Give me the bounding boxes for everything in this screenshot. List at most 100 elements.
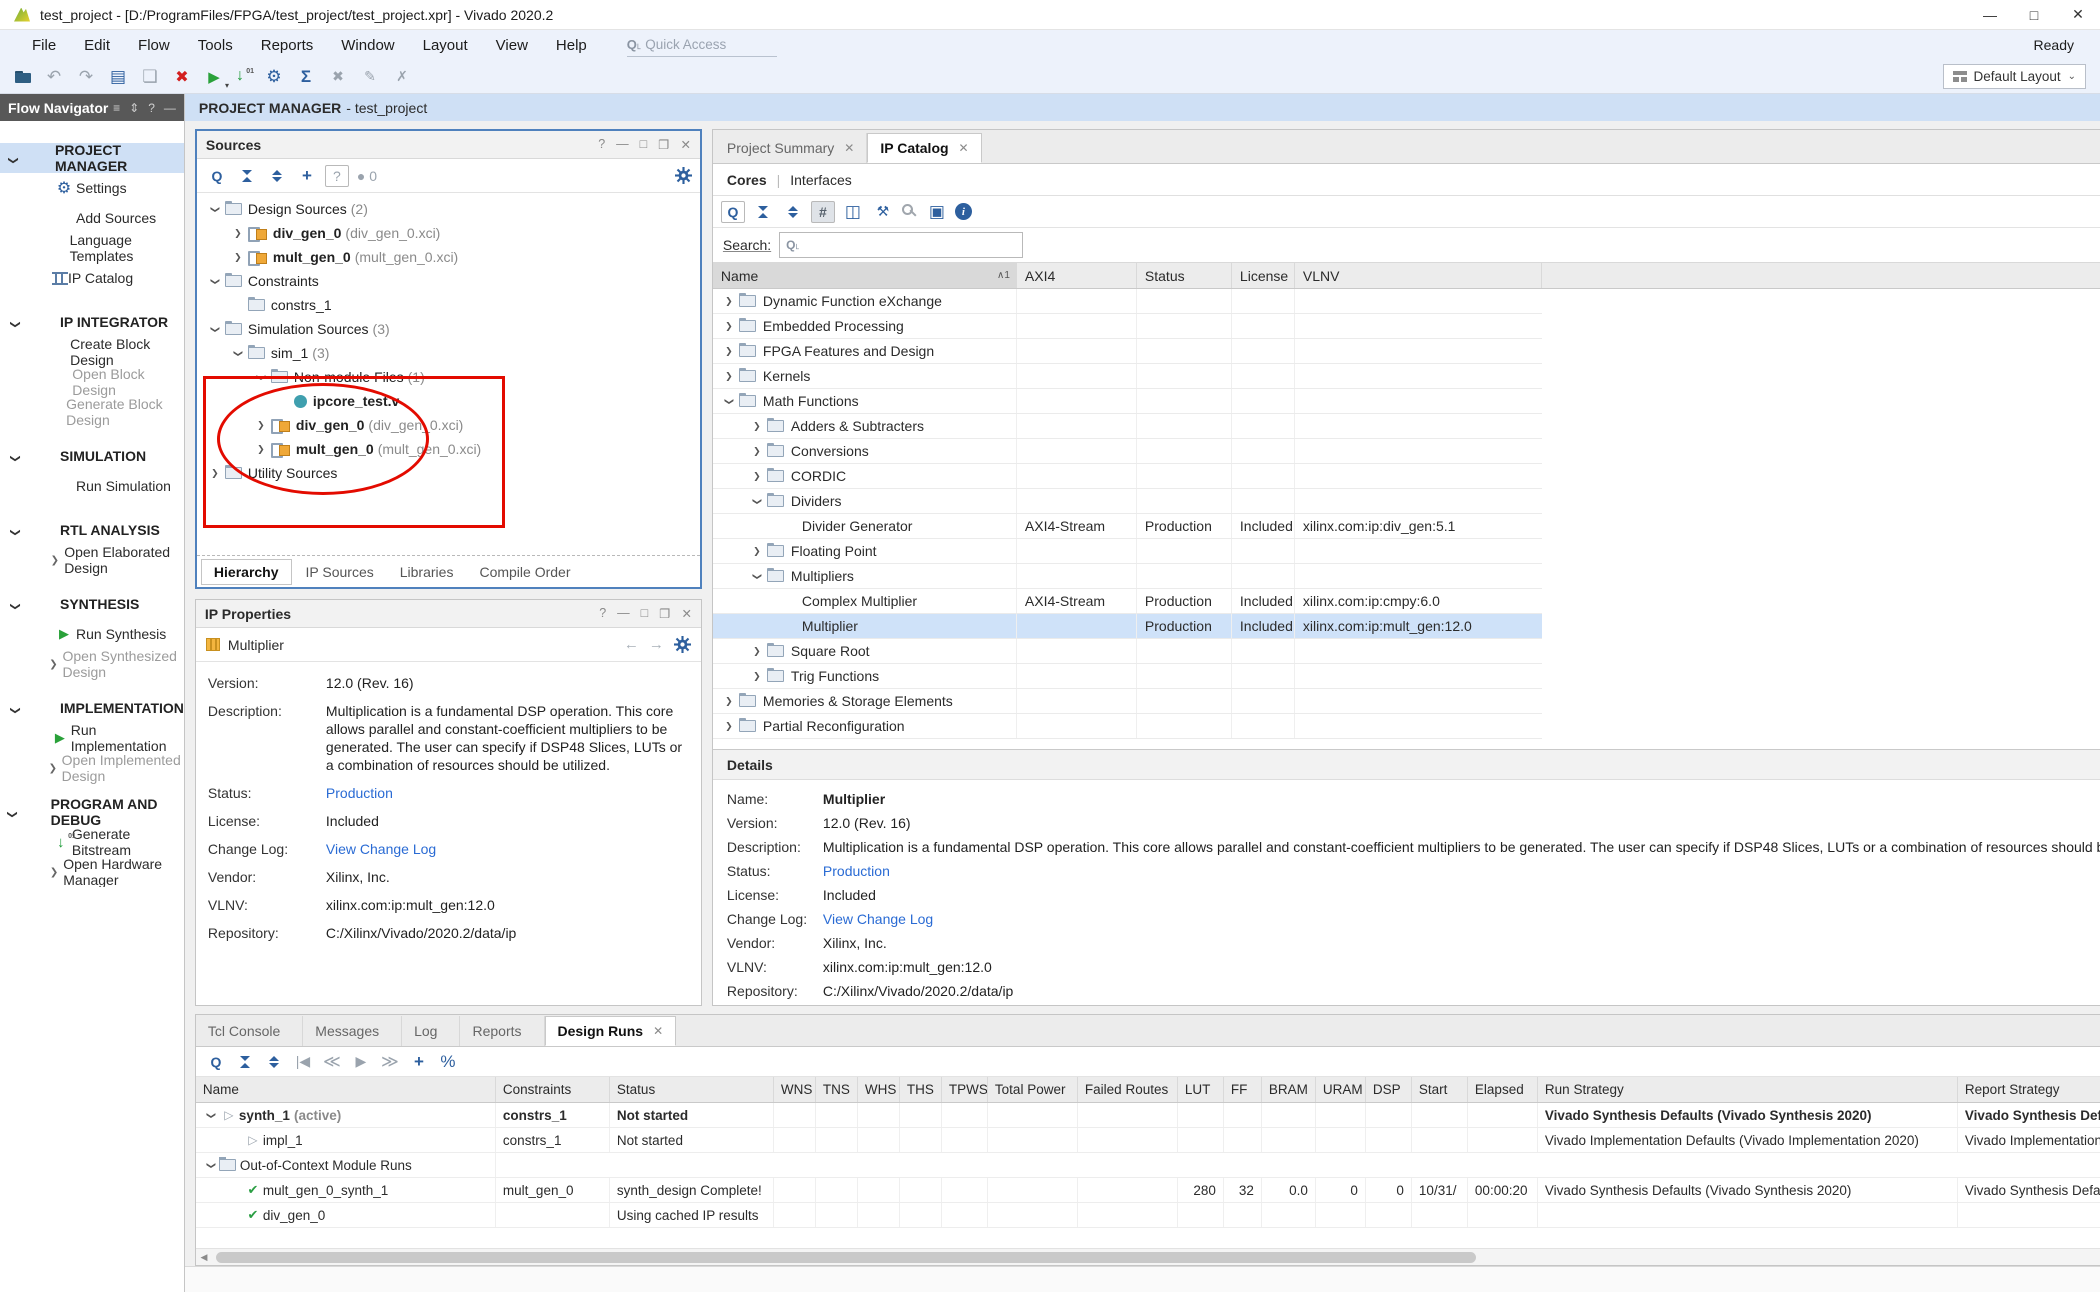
menu-item[interactable]: Window [327,37,408,54]
flow-navigator-entry[interactable]: SIMULATION [0,441,184,471]
run-icon[interactable]: ▶ [202,66,226,88]
flow-navigator-entry[interactable]: RTL ANALYSIS [0,515,184,545]
messages-badge-icon[interactable]: ● 0 [355,165,379,187]
source-tree-item[interactable]: Utility Sources [197,461,700,485]
expander-icon[interactable] [253,372,269,383]
minimize-icon[interactable]: — [616,137,629,152]
report-summary-icon[interactable]: Σ [294,66,318,88]
menu-item[interactable]: Layout [409,37,482,54]
expander-icon[interactable] [749,496,765,507]
highlight-off-icon[interactable]: ✖ [326,66,350,88]
minimize-icon[interactable]: — [164,101,176,115]
add-sources-icon[interactable]: + [295,165,319,187]
maximize-icon[interactable]: □ [2012,0,2056,29]
delete-icon[interactable]: ✖ [170,66,194,88]
catalog-row[interactable]: Kernels [713,364,1542,389]
license-key-icon[interactable] [901,203,919,221]
menu-item[interactable]: Help [542,37,601,54]
collapse-icon[interactable]: ≡ [113,101,120,115]
generate-bitstream-icon[interactable] [234,67,254,87]
tab-cores[interactable]: Cores [727,172,767,188]
column-header[interactable]: Status [610,1077,774,1102]
expander-icon[interactable] [721,296,737,307]
taxonomy-icon[interactable]: ◫ [841,201,865,223]
scroll-left-icon[interactable]: ◀ [196,1252,212,1263]
flow-navigator-entry[interactable]: Settings [0,173,184,203]
step-back-icon[interactable]: ≪ [320,1051,344,1073]
source-tree-item[interactable]: Constraints [197,269,700,293]
quick-access-input[interactable] [645,37,755,52]
search-icon[interactable]: Q [204,1051,228,1073]
unhighlight-icon[interactable]: ✗ [390,66,414,88]
flow-navigator-entry[interactable]: Add Sources [0,203,184,233]
forward-arrow-icon[interactable]: → [649,636,664,653]
expander-icon[interactable] [721,696,737,707]
expander-icon[interactable] [207,324,223,335]
close-icon[interactable]: ✕ [681,606,691,621]
column-header[interactable]: Total Power [988,1077,1078,1102]
menu-item[interactable]: Reports [247,37,328,54]
flow-navigator-entry[interactable]: SYNTHESIS [0,589,184,619]
catalog-row[interactable]: Dynamic Function eXchange [713,289,1542,314]
column-header[interactable]: Constraints [496,1077,610,1102]
expander-icon[interactable] [207,468,223,479]
report-icon[interactable]: ▤ [106,66,130,88]
flow-navigator-entry[interactable]: Open Synthesized Design [0,649,184,679]
flow-navigator-entry[interactable]: PROJECT MANAGER [0,143,184,173]
catalog-row[interactable]: Adders & Subtracters [713,414,1542,439]
create-run-icon[interactable]: + [407,1051,431,1073]
close-icon[interactable]: ✕ [959,141,969,155]
sources-view-tab[interactable]: Hierarchy [201,559,292,585]
expand-all-icon[interactable] [265,165,289,187]
expander-icon[interactable] [721,346,737,357]
source-tree-item[interactable]: Design Sources (2) [197,197,700,221]
menu-item[interactable]: View [482,37,542,54]
catalog-row[interactable]: Complex Multiplier AXI4-Stream Productio… [713,589,1542,614]
expander-icon[interactable] [203,1160,219,1171]
flow-navigator-entry[interactable]: IP Catalog [0,263,184,293]
close-icon[interactable]: ✕ [653,1024,663,1038]
column-header-status[interactable]: Status [1137,263,1232,288]
help-icon[interactable]: ? [599,606,606,621]
menu-item[interactable]: File [18,37,70,54]
sources-view-tab[interactable]: Compile Order [467,560,582,584]
column-header[interactable]: FF [1224,1077,1262,1102]
column-header[interactable]: Report Strategy [1958,1077,2100,1102]
collapse-all-icon[interactable] [751,201,775,223]
expander-icon[interactable] [721,321,737,332]
minimize-icon[interactable]: — [617,606,630,621]
design-run-row[interactable]: mult_gen_0_synth_1 mult_gen_0 synth_desi… [196,1178,2100,1203]
expander-icon[interactable] [749,546,765,557]
flow-navigator-entry[interactable]: IMPLEMENTATION [0,693,184,723]
expander-icon[interactable] [749,646,765,657]
flow-navigator-entry[interactable]: Open Implemented Design [0,753,184,783]
flow-navigator-entry[interactable]: Generate Bitstream [0,827,184,857]
source-tree-item[interactable]: mult_gen_0 (mult_gen_0.xci) [197,437,700,461]
scrollbar-thumb[interactable] [216,1252,1476,1263]
chip-icon[interactable]: ▣ [925,201,949,223]
maximize-icon[interactable]: □ [641,606,649,621]
percent-icon[interactable]: % [436,1051,460,1073]
source-tree-item[interactable]: ipcore_test.v [197,389,700,413]
flow-navigator-entry[interactable]: PROGRAM AND DEBUG [0,797,184,827]
column-header[interactable]: DSP [1366,1077,1412,1102]
bottom-tab[interactable]: Tcl Console [196,1016,303,1046]
expander-icon[interactable] [207,204,223,215]
source-tree-item[interactable]: Non-module Files (1) [197,365,700,389]
flow-navigator-entry[interactable]: IP INTEGRATOR [0,307,184,337]
column-header[interactable]: URAM [1316,1077,1366,1102]
help-icon[interactable]: ? [598,137,605,152]
undo-icon[interactable]: ↶ [42,66,66,88]
catalog-row[interactable]: Math Functions [713,389,1542,414]
settings-gear-icon[interactable] [675,167,692,184]
flow-navigator-entry[interactable]: Open Hardware Manager [0,857,184,887]
design-run-row[interactable]: synth_1 (active) constrs_1 Not started [196,1103,2100,1128]
expander-icon[interactable] [749,571,765,582]
column-header-vlnv[interactable]: VLNV [1295,263,1542,288]
settings-gear-icon[interactable] [674,636,691,653]
expander-icon[interactable] [749,671,765,682]
help-box-icon[interactable]: ? [325,165,349,187]
expander-icon[interactable] [207,276,223,287]
source-tree-item[interactable]: constrs_1 [197,293,700,317]
column-header-axi4[interactable]: AXI4 [1017,263,1137,288]
